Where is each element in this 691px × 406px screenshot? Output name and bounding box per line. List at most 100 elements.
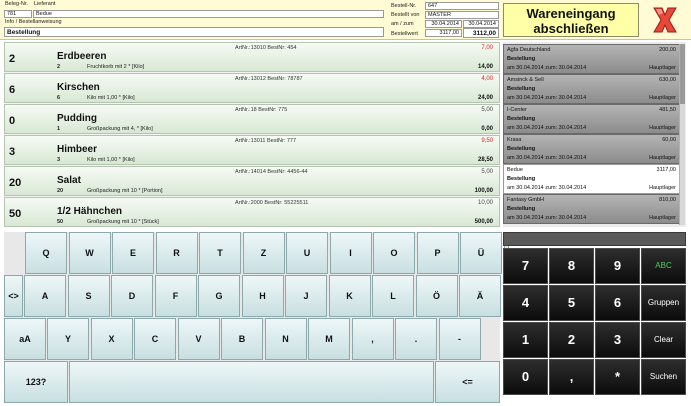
item-article-info: ArtNr.:13010 BestNr: 454 — [235, 45, 297, 51]
numpad-display — [503, 232, 686, 246]
order-item-list[interactable]: ArtNr.:13010 BestNr: 454 7,00 2 Erdbeeren 2 F… — [4, 42, 500, 227]
supplier-order-list[interactable]: Agfa Deutschland 200,00 Bestellung am 30.04… — [503, 42, 686, 227]
supplier-order-type: Bestellung — [507, 206, 536, 212]
key[interactable]: Q — [25, 232, 67, 274]
key[interactable]: A — [24, 275, 66, 317]
numpad-gruppen-button[interactable]: Gruppen — [641, 285, 686, 321]
key[interactable]: T — [199, 232, 241, 274]
lieferant-field[interactable]: Bedue — [33, 10, 384, 18]
key[interactable]: Y — [47, 318, 89, 360]
key[interactable]: U — [286, 232, 328, 274]
key-numeric-mode[interactable]: 123? — [4, 361, 68, 403]
numpad-key[interactable]: 9 — [595, 248, 640, 284]
supplier-order-card[interactable]: Amsinck & Sell 630,00 Bestellung am 30.04.2… — [503, 74, 680, 104]
order-item-row[interactable]: ArtNr.:13012 BestNr: 78787 4,00 6 Kirschen 6… — [4, 73, 500, 103]
key[interactable]: V — [177, 318, 220, 360]
key[interactable]: D — [111, 275, 153, 317]
item-name: Erdbeeren — [57, 51, 107, 62]
numpad-abc-button[interactable]: ABC — [641, 248, 686, 284]
item-pack-quantity: 50 — [57, 219, 64, 225]
key[interactable]: J — [285, 275, 327, 317]
close-button[interactable] — [648, 4, 682, 36]
key[interactable]: Ö — [415, 275, 458, 317]
numpad-key[interactable]: * — [595, 359, 640, 395]
item-total: 24,00 — [477, 95, 493, 101]
numpad-key[interactable]: , — [549, 359, 594, 395]
key[interactable]: R — [155, 232, 198, 274]
key[interactable]: - — [438, 318, 481, 360]
key[interactable]: Ä — [459, 275, 501, 317]
numpad-suchen-button[interactable]: Suchen — [641, 359, 686, 395]
supplier-order-card[interactable]: Agfa Deutschland 200,00 Bestellung am 30.04… — [503, 44, 680, 74]
item-quantity: 3 — [9, 146, 16, 158]
supplier-amount: 630,00 — [659, 77, 676, 83]
wareneingang-abschliessen-button[interactable]: Wareneingang abschließen — [503, 3, 639, 37]
supplier-order-type: Bestellung — [507, 146, 536, 152]
supplier-order-location: Hauptlager — [649, 155, 676, 161]
bestellt-von-label: Bestellt von — [391, 12, 420, 18]
bestell-nr-label: Bestell-Nr. — [391, 3, 417, 9]
key[interactable]: Ü — [460, 232, 502, 274]
item-unit-price: 10,00 — [477, 200, 493, 206]
item-unit-price: 5,00 — [481, 169, 493, 175]
supplier-order-card[interactable]: Krasa 60,00 Bestellung am 30.04.2014 zum: 3… — [503, 134, 680, 164]
key[interactable]: O — [373, 232, 415, 274]
supplier-order-card[interactable]: I-Center 481,50 Bestellung am 30.04.2014 zu… — [503, 104, 680, 134]
supplier-order-card[interactable]: Bedue 3117,00 Bestellung am 30.04.2014 zum:… — [503, 164, 680, 194]
order-item-row[interactable]: ArtNr.:13011 BestNr: 777 9,50 3 Himbeer 3 Kil… — [4, 135, 500, 165]
numpad-key[interactable]: 4 — [503, 285, 548, 321]
key-angle-brackets[interactable]: <> — [4, 275, 23, 317]
item-quantity: 2 — [9, 53, 16, 65]
info-field[interactable]: Bestellung — [4, 27, 384, 37]
key-space[interactable] — [69, 361, 434, 403]
zum-date-field[interactable]: 30.04.2014 — [463, 20, 499, 28]
supplier-list-scrollbar[interactable] — [679, 44, 685, 225]
supplier-order-type: Bestellung — [507, 116, 536, 122]
key[interactable]: C — [134, 318, 176, 360]
key[interactable]: L — [372, 275, 414, 317]
key[interactable]: W — [68, 232, 111, 274]
key-shift[interactable]: aA — [4, 318, 46, 360]
supplier-order-location: Hauptlager — [649, 95, 676, 101]
key[interactable]: I — [329, 232, 372, 274]
key[interactable]: M — [308, 318, 350, 360]
am-date-field[interactable]: 30.04.2014 — [425, 20, 462, 28]
scrollbar-thumb[interactable] — [680, 44, 685, 104]
order-item-row[interactable]: ArtNr.:14014 BestNr: 4456-44 5,00 20 Salat 2… — [4, 166, 500, 196]
key-backspace[interactable]: <= — [435, 361, 500, 403]
key[interactable]: F — [154, 275, 197, 317]
numpad-key[interactable]: 8 — [549, 248, 594, 284]
numpad-key[interactable]: 2 — [549, 322, 594, 358]
item-unit-price: 5,00 — [481, 107, 493, 113]
numpad-key[interactable]: 5 — [549, 285, 594, 321]
key[interactable]: N — [264, 318, 307, 360]
key[interactable]: X — [90, 318, 133, 360]
numpad-key[interactable]: 7 — [503, 248, 548, 284]
item-quantity: 0 — [9, 115, 16, 127]
order-item-row[interactable]: ArtNr.:2000 BestNr: 55225511 10,00 50 1/2 H… — [4, 197, 500, 227]
numpad-key[interactable]: 1 — [503, 322, 548, 358]
key[interactable]: G — [198, 275, 240, 317]
numpad-key[interactable]: 0 — [503, 359, 548, 395]
key[interactable]: E — [112, 232, 154, 274]
key[interactable]: H — [241, 275, 284, 317]
supplier-order-dates: am 30.04.2014 zum: 30.04.2014 — [507, 125, 587, 131]
key[interactable]: Z — [242, 232, 285, 274]
numpad-key[interactable]: 3 — [595, 322, 640, 358]
beleg-nr-field[interactable]: 781 — [4, 10, 32, 18]
supplier-order-type: Bestellung — [507, 56, 536, 62]
key[interactable]: . — [395, 318, 437, 360]
key[interactable]: B — [221, 318, 263, 360]
order-item-row[interactable]: ArtNr.:18 BestNr: 775 5,00 0 Pudding 1 Großpa… — [4, 104, 500, 134]
key[interactable]: P — [416, 232, 459, 274]
item-pack-description: Kilo mit 1,00 * [Kilo] — [87, 95, 135, 101]
supplier-name: Agfa Deutschland — [507, 47, 551, 53]
order-item-row[interactable]: ArtNr.:13010 BestNr: 454 7,00 2 Erdbeeren 2 F… — [4, 42, 500, 72]
numpad-clear-button[interactable]: Clear — [641, 322, 686, 358]
key[interactable]: K — [328, 275, 371, 317]
key[interactable]: , — [351, 318, 394, 360]
item-pack-quantity: 6 — [57, 95, 61, 101]
key[interactable]: S — [67, 275, 110, 317]
numpad-key[interactable]: 6 — [595, 285, 640, 321]
supplier-order-card[interactable]: Fantasy GmbH 810,00 Bestellung am 30.04.201… — [503, 194, 680, 224]
